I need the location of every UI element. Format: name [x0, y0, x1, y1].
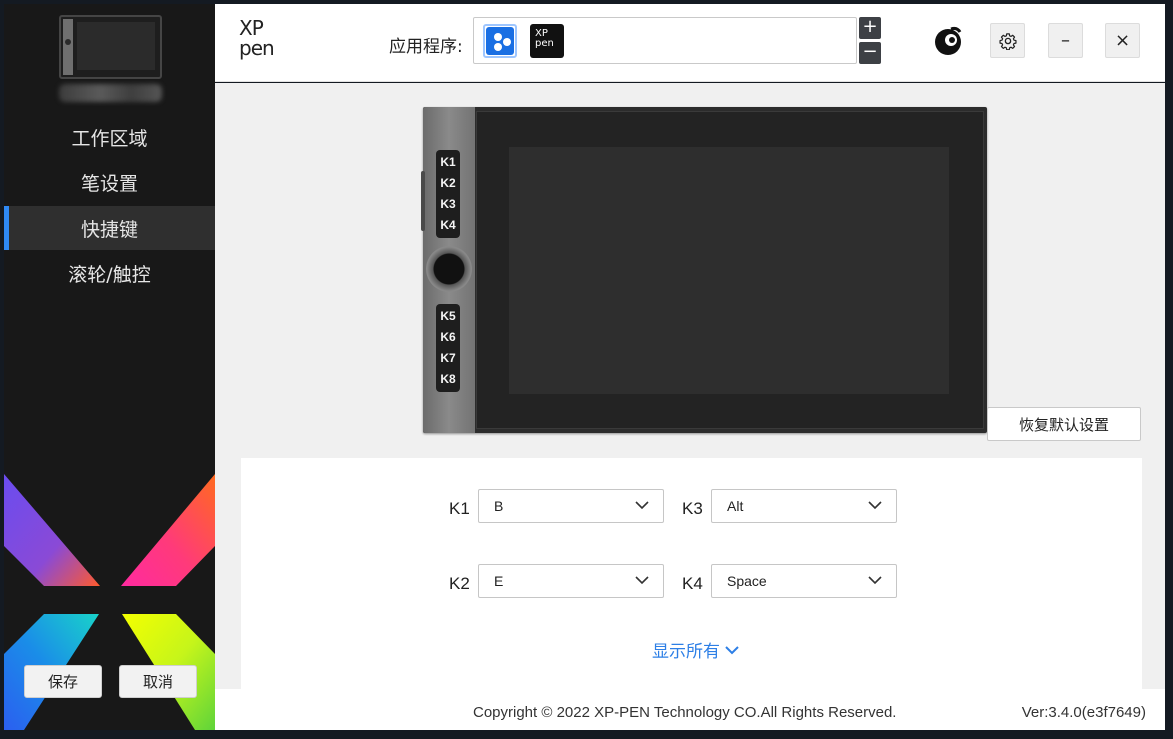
express-key-k2[interactable]: K2: [436, 173, 460, 194]
device-screen: [77, 22, 155, 70]
app-icon-line-2: pen: [535, 38, 554, 49]
main-content: K1 K2 K3 K4 K5 K6 K7 K8 恢复默认设置 K1 B K3 A…: [215, 83, 1165, 689]
header: XP pen 应用程序: XP pen + − – ×: [215, 4, 1165, 82]
tablet-side-bump: [421, 171, 425, 231]
express-key-k3[interactable]: K3: [436, 194, 460, 215]
tablet-preview: K1 K2 K3 K4 K5 K6 K7 K8: [421, 107, 987, 433]
k4-label: K4: [682, 574, 703, 593]
k2-select[interactable]: E: [478, 564, 664, 598]
gear-icon: [998, 32, 1017, 50]
tablet-dial[interactable]: [426, 246, 472, 292]
minimize-button[interactable]: –: [1048, 23, 1083, 58]
express-keys-bottom: K5 K6 K7 K8: [436, 304, 460, 392]
save-button[interactable]: 保存: [24, 665, 102, 698]
nav-item-label: 笔设置: [80, 172, 138, 195]
xppen-logo: XP pen: [239, 18, 285, 60]
k2-select-value: E: [494, 573, 504, 589]
nav-item-wheel-touch[interactable]: 滚轮/触控: [4, 251, 215, 295]
nav-item-pen-settings[interactable]: 笔设置: [4, 160, 215, 204]
tablet-active-area: [509, 147, 949, 394]
express-key-k8[interactable]: K8: [436, 369, 460, 390]
k1-label: K1: [449, 499, 470, 518]
chevron-down-icon: [868, 501, 882, 510]
nav-item-shortcut-keys[interactable]: 快捷键: [4, 206, 215, 250]
remove-app-button[interactable]: −: [859, 42, 881, 64]
show-all-link[interactable]: 显示所有: [652, 637, 740, 662]
k1-select-value: B: [494, 498, 504, 514]
k2-label: K2: [449, 574, 470, 593]
k1-select[interactable]: B: [478, 489, 664, 523]
app-window: 工作区域 笔设置 快捷键 滚轮/触控 保存 取消 XP pen 应用程序: XP…: [0, 0, 1173, 739]
chevron-down-icon: [725, 645, 739, 654]
application-list: XP pen: [473, 17, 857, 64]
k4-select[interactable]: Space: [711, 564, 897, 598]
brand-circle-icon[interactable]: [933, 26, 963, 56]
express-keys-top: K1 K2 K3 K4: [436, 150, 460, 238]
copyright-text: Copyright © 2022 XP-PEN Technology CO.Al…: [473, 704, 897, 721]
nav-item-label: 滚轮/触控: [68, 263, 151, 286]
express-key-k4[interactable]: K4: [436, 215, 460, 236]
device-dial: [65, 39, 71, 45]
device-name-blurred: [59, 84, 162, 102]
chevron-down-icon: [635, 576, 649, 585]
all-apps-icon[interactable]: [483, 24, 517, 58]
tablet-key-strip: K1 K2 K3 K4 K5 K6 K7 K8: [421, 107, 475, 433]
k3-select-value: Alt: [727, 498, 744, 514]
logo-line-1: XP: [239, 16, 264, 40]
express-key-k6[interactable]: K6: [436, 327, 460, 348]
nav-item-label: 快捷键: [80, 218, 138, 241]
k3-select[interactable]: Alt: [711, 489, 897, 523]
chevron-down-icon: [635, 501, 649, 510]
settings-button[interactable]: [990, 23, 1025, 58]
chevron-down-icon: [868, 576, 882, 585]
cancel-button[interactable]: 取消: [119, 665, 197, 698]
express-key-k1[interactable]: K1: [436, 152, 460, 173]
nav-item-work-area[interactable]: 工作区域: [4, 115, 215, 159]
close-button[interactable]: ×: [1105, 23, 1140, 58]
version-text: Ver:3.4.0(e3f7649): [1021, 704, 1146, 721]
shortcut-settings-panel: K1 B K3 Alt K2 E K4 Space 显示所有: [241, 458, 1142, 689]
sidebar: 工作区域 笔设置 快捷键 滚轮/触控 保存 取消: [4, 4, 215, 730]
show-all-label: 显示所有: [652, 642, 720, 662]
nav-item-label: 工作区域: [71, 127, 148, 150]
device-key-strip: [63, 19, 73, 75]
logo-line-2: pen: [239, 36, 275, 60]
express-key-k5[interactable]: K5: [436, 306, 460, 327]
k3-label: K3: [682, 499, 703, 518]
application-label: 应用程序:: [389, 37, 463, 57]
k4-select-value: Space: [727, 573, 767, 589]
footer: Copyright © 2022 XP-PEN Technology CO.Al…: [215, 689, 1165, 730]
device-thumbnail: [59, 15, 162, 79]
restore-defaults-button[interactable]: 恢复默认设置: [987, 407, 1141, 441]
xppen-app-icon[interactable]: XP pen: [530, 24, 564, 58]
add-app-button[interactable]: +: [859, 17, 881, 39]
express-key-k7[interactable]: K7: [436, 348, 460, 369]
